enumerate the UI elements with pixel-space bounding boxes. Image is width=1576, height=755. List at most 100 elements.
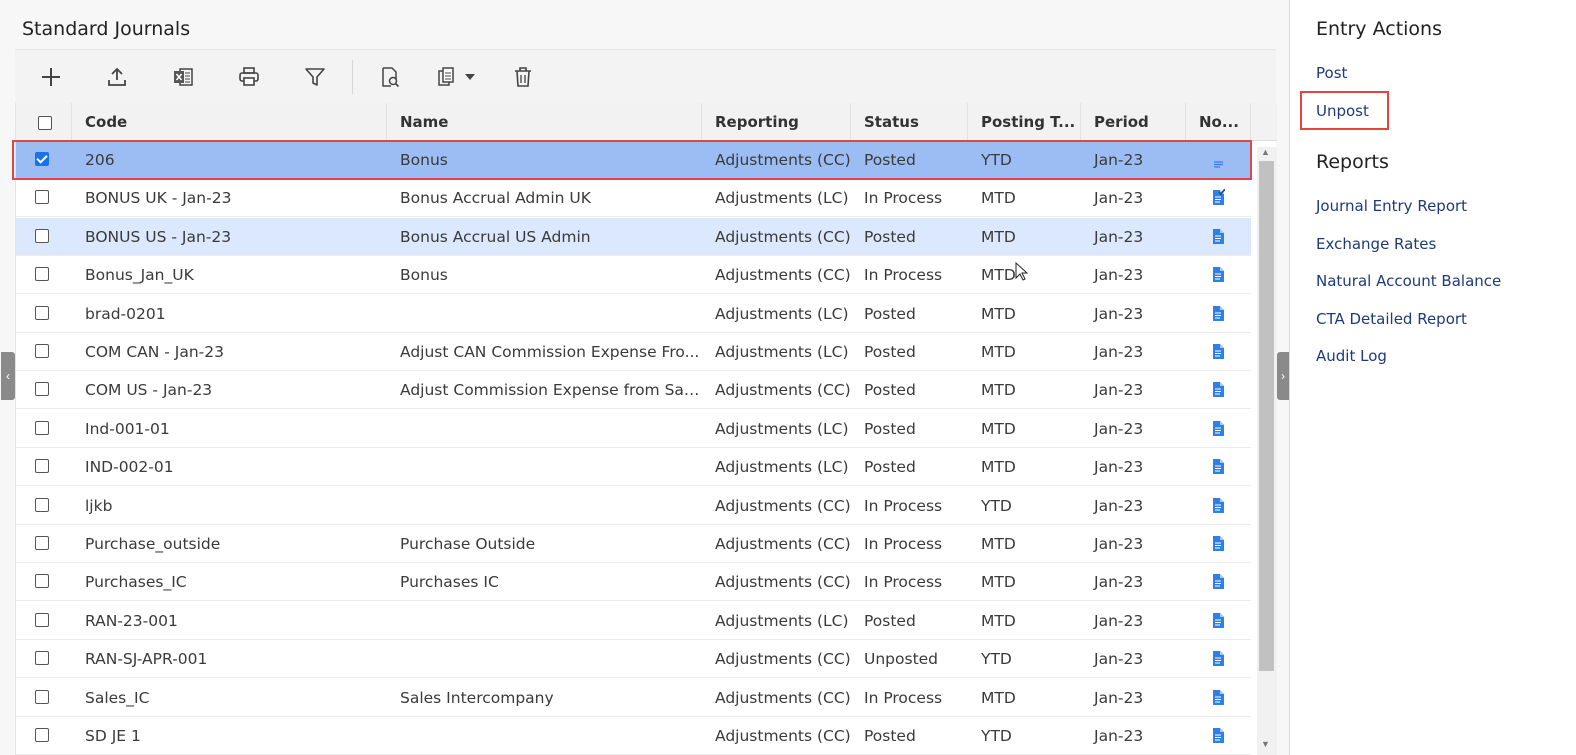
row-checkbox[interactable] <box>35 651 49 666</box>
row-checkbox[interactable] <box>35 536 49 550</box>
journal-entry-report-link[interactable]: Journal Entry Report <box>1316 197 1467 215</box>
table-row[interactable]: RAN-SJ-APR-001 Adjustments (CC) Unposted YT… <box>16 640 1251 679</box>
post-link[interactable]: Post <box>1316 64 1347 82</box>
row-checkbox[interactable] <box>35 267 49 282</box>
reporting-cell: Adjustments (CC) <box>715 151 851 169</box>
table-row[interactable]: RAN-23-001 Adjustments (LC) Posted MTD Jan-2… <box>16 601 1251 640</box>
table-row[interactable]: COM CAN - Jan-23 Adjust CAN Commission Ex… <box>16 333 1251 371</box>
period-cell: Jan-23 <box>1094 266 1144 285</box>
name-cell: Adjust Commission Expense from Sale... <box>400 381 702 400</box>
row-checkbox[interactable] <box>35 382 49 397</box>
collapse-right-handle[interactable]: › <box>1277 352 1289 400</box>
table-row[interactable]: IND-002-01 Adjustments (LC) Posted MTD Jan-2… <box>16 448 1251 487</box>
note-document-icon[interactable] <box>1212 612 1225 629</box>
note-document-icon[interactable] <box>1212 228 1225 245</box>
period-cell: Jan-23 <box>1094 304 1144 323</box>
table-row[interactable]: ljkb Adjustments (CC) In Process YTD Jan-23 <box>16 486 1251 525</box>
note-document-icon[interactable] <box>1212 689 1225 706</box>
name-cell: Purchases IC <box>400 573 499 592</box>
column-header-name[interactable]: Name <box>387 103 702 141</box>
row-checkbox[interactable] <box>35 689 49 704</box>
delete-button[interactable] <box>508 62 538 92</box>
filter-button[interactable] <box>300 62 330 92</box>
status-cell: In Process <box>864 266 943 285</box>
natural-account-balance-link[interactable]: Natural Account Balance <box>1316 272 1501 290</box>
table-row[interactable]: BONUS UK - Jan-23 Bonus Accrual Admin UK A… <box>16 179 1251 218</box>
note-document-icon[interactable] <box>1212 497 1225 514</box>
note-document-icon[interactable] <box>1212 727 1225 744</box>
scroll-up-arrow[interactable]: ▲ <box>1261 147 1270 157</box>
scrollbar-thumb[interactable] <box>1259 161 1274 671</box>
export-excel-button[interactable] <box>168 62 198 92</box>
code-cell: BONUS UK - Jan-23 <box>85 189 232 208</box>
column-header-notes[interactable]: No... <box>1186 103 1251 141</box>
select-all-checkbox[interactable] <box>38 116 52 130</box>
column-header-reporting[interactable]: Reporting <box>702 103 851 141</box>
table-row[interactable]: BONUS US - Jan-23 Bonus Accrual US Admin A… <box>16 217 1251 256</box>
exchange-rates-link[interactable]: Exchange Rates <box>1316 235 1436 253</box>
table-row[interactable]: 206 Bonus Adjustments (CC) Posted YTD Jan-23 <box>16 141 1251 179</box>
scroll-down-arrow[interactable]: ▼ <box>1261 739 1270 749</box>
collapse-left-handle[interactable]: ‹ <box>1 352 15 400</box>
note-document-icon[interactable] <box>1212 266 1225 283</box>
row-checkbox[interactable] <box>35 420 49 435</box>
name-cell <box>387 295 702 333</box>
column-header-code[interactable]: Code <box>72 103 387 141</box>
period-cell: Jan-23 <box>1094 496 1144 515</box>
table-row[interactable]: SD JE 1 Adjustments (CC) Posted YTD Jan-23 <box>16 717 1251 755</box>
note-document-icon[interactable] <box>1212 535 1225 552</box>
status-cell: In Process <box>864 189 943 208</box>
note-document-icon[interactable] <box>1212 343 1225 360</box>
page-title: Standard Journals <box>22 18 191 40</box>
status-cell: Posted <box>864 227 916 246</box>
column-header-period[interactable]: Period <box>1081 103 1186 141</box>
plus-icon <box>42 68 60 86</box>
row-checkbox[interactable] <box>35 344 49 358</box>
note-lines-icon[interactable] <box>1212 151 1225 168</box>
reports-heading: Reports <box>1316 151 1389 173</box>
copy-dropdown-button[interactable] <box>435 62 481 92</box>
note-checked-icon[interactable] <box>1212 189 1225 206</box>
name-cell <box>387 717 702 755</box>
period-cell: Jan-23 <box>1094 419 1144 438</box>
row-checkbox[interactable] <box>35 612 49 627</box>
table-row[interactable]: COM US - Jan-23 Adjust Commission Expense… <box>16 371 1251 410</box>
column-header-status[interactable]: Status <box>851 103 968 141</box>
select-all-cell <box>16 103 72 141</box>
journals-grid: Code Name Reporting Status Posting T... … <box>15 103 1277 755</box>
row-checkbox[interactable] <box>35 152 49 166</box>
unpost-link[interactable]: Unpost <box>1316 102 1369 120</box>
row-checkbox[interactable] <box>35 728 49 742</box>
row-checkbox[interactable] <box>35 459 49 474</box>
table-row[interactable]: brad-0201 Adjustments (LC) Posted MTD Jan-23 <box>16 294 1251 333</box>
note-document-icon[interactable] <box>1212 420 1225 437</box>
row-checkbox[interactable] <box>35 305 49 320</box>
print-button[interactable] <box>234 62 264 92</box>
table-row[interactable]: Ind-001-01 Adjustments (LC) Posted MTD Jan-2… <box>16 409 1251 448</box>
code-cell: Ind-001-01 <box>85 419 170 438</box>
name-cell: Bonus Accrual Admin UK <box>400 189 591 208</box>
table-row[interactable]: Sales_IC Sales Intercompany Adjustments (C… <box>16 678 1251 717</box>
row-checkbox[interactable] <box>35 574 49 589</box>
status-cell: Posted <box>864 419 916 438</box>
status-cell: Posted <box>864 343 916 361</box>
row-checkbox[interactable] <box>35 190 49 205</box>
table-row[interactable]: Purchases_IC Purchases IC Adjustments (CC)… <box>16 563 1251 602</box>
row-checkbox[interactable] <box>35 228 49 243</box>
audit-log-link[interactable]: Audit Log <box>1316 347 1387 365</box>
view-document-button[interactable] <box>375 62 405 92</box>
cta-detailed-report-link[interactable]: CTA Detailed Report <box>1316 310 1467 328</box>
column-header-posting-type[interactable]: Posting T... <box>968 103 1081 141</box>
table-row[interactable]: Bonus_Jan_UK Bonus Adjustments (CC) In Proc… <box>16 256 1251 295</box>
period-cell: Jan-23 <box>1094 458 1144 477</box>
row-checkbox[interactable] <box>35 497 49 512</box>
note-document-icon[interactable] <box>1212 305 1225 322</box>
table-row[interactable]: Purchase_outside Purchase Outside Adjustme… <box>16 525 1251 563</box>
add-button[interactable] <box>36 62 66 92</box>
note-document-icon[interactable] <box>1212 573 1225 590</box>
upload-button[interactable] <box>102 62 132 92</box>
note-document-icon[interactable] <box>1212 458 1225 475</box>
note-document-icon[interactable] <box>1212 381 1225 398</box>
name-cell: Bonus <box>400 266 448 285</box>
note-document-icon[interactable] <box>1212 650 1225 667</box>
